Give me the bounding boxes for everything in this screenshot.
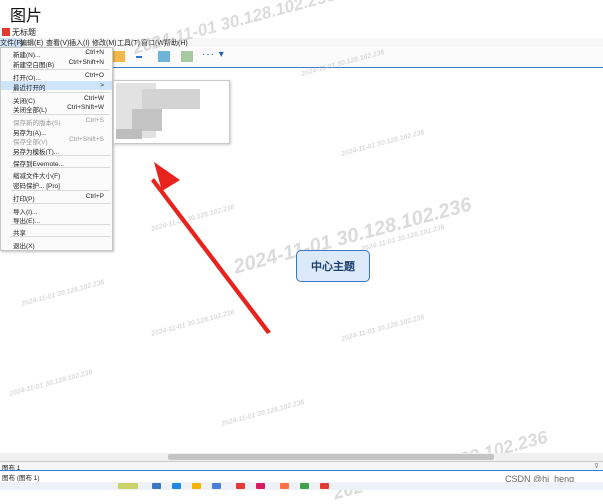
scrollbar-thumb[interactable] — [168, 454, 494, 460]
menu-item-shortcut: Ctrl+Shift+W — [67, 104, 104, 111]
menu-separator — [11, 114, 110, 115]
watermark: 2024-11-01 30.128.102.236 — [20, 279, 106, 308]
menu-separator — [11, 92, 110, 93]
folder-icon[interactable] — [113, 51, 125, 62]
menu-item-save-new-version[interactable]: 保存新的版本(S) Ctrl+S — [1, 116, 112, 127]
submenu-arrow-icon: > — [100, 82, 104, 89]
blurred-region — [132, 109, 162, 131]
taskbar-app-icon[interactable] — [320, 483, 329, 489]
taskbar-app-icon[interactable] — [118, 483, 138, 489]
taskbar-app-icon[interactable] — [152, 483, 161, 489]
horizontal-scrollbar[interactable] — [0, 453, 603, 461]
blurred-region — [142, 89, 200, 109]
document-title: 无标题 — [12, 28, 36, 37]
menu-item-new-blank[interactable]: 新建空白图(B) Ctrl+Shift+N — [1, 58, 112, 69]
menu-item-open[interactable]: 打开(O)... Ctrl+O — [1, 71, 112, 82]
menu-item-exit[interactable]: 退出(X) — [1, 239, 112, 250]
taskbar-app-icon[interactable] — [300, 483, 309, 489]
menubar: 文件(F) 编辑(E) 查看(V) 插入(I) 修改(M) 工具(T) 窗口(W… — [0, 38, 603, 48]
menu-item-shortcut: Ctrl+Shift+N — [68, 59, 104, 66]
menu-item-close-all[interactable]: 关闭全部(L) Ctrl+Shift+W — [1, 103, 112, 114]
taskbar-app-icon[interactable] — [280, 483, 289, 489]
menu-item-new[interactable]: 新建(N)... Ctrl+N — [1, 48, 112, 59]
menu-item-password[interactable]: 密码保护... [Pro] — [1, 179, 112, 190]
taskbar-app-icon[interactable] — [256, 483, 265, 489]
menu-item-print[interactable]: 打印(P) Ctrl+P — [1, 192, 112, 203]
menu-item-shortcut: Ctrl+P — [85, 193, 104, 200]
arrow-shaft — [151, 178, 271, 334]
app-title-bar: 无标题 — [0, 26, 603, 38]
menu-item-save-as[interactable]: 另存为(A)... — [1, 126, 112, 137]
menu-item-save-evernote[interactable]: 保存到Evernote... — [1, 157, 112, 168]
image-icon[interactable] — [158, 51, 170, 62]
menu-separator — [11, 224, 110, 225]
menu-item-reduce-size[interactable]: 缩减文件大小(F) — [1, 169, 112, 180]
window-title: 图片 — [10, 8, 43, 25]
file-menu-dropdown: 新建(N)... Ctrl+N 新建空白图(B) Ctrl+Shift+N 打开… — [0, 47, 113, 251]
central-topic-node[interactable]: 中心主题 — [296, 250, 370, 282]
taskbar-app-icon[interactable] — [192, 483, 201, 489]
menu-item-shortcut: Ctrl+S — [85, 117, 104, 124]
menu-item-label: 退出(X) — [13, 243, 35, 250]
app-logo-icon — [2, 28, 10, 36]
menu-separator — [11, 69, 110, 70]
menu-item-import[interactable]: 导入(I)... — [1, 205, 112, 216]
menu-item-save-as-template[interactable]: 另存为模板(T)... — [1, 145, 112, 156]
status-text: 图布 (图布 1) — [2, 475, 40, 482]
menu-separator — [11, 167, 110, 168]
recent-files-submenu — [113, 80, 230, 144]
menu-item-shortcut: Ctrl+O — [85, 72, 104, 79]
menu-item-save-all[interactable]: 保存全部(V) Ctrl+Shift+S — [1, 135, 112, 146]
menu-separator — [11, 236, 110, 237]
taskbar-app-icon[interactable] — [172, 483, 181, 489]
menu-item-shortcut: Ctrl+N — [85, 49, 104, 56]
menu-item-close[interactable]: 关闭(C) Ctrl+W — [1, 94, 112, 105]
os-taskbar — [0, 482, 603, 490]
more-options-icon[interactable]: ··· ▾ — [202, 49, 225, 60]
menu-item-label: 最近打开的 — [13, 85, 46, 92]
menu-separator — [11, 203, 110, 204]
menu-item-share[interactable]: 共享 — [1, 226, 112, 237]
menu-separator — [11, 190, 110, 191]
menu-item-shortcut: Ctrl+W — [83, 95, 104, 102]
note-icon[interactable] — [181, 51, 193, 62]
menu-item-label: 密码保护... [Pro] — [13, 183, 60, 190]
menu-item-recent[interactable]: 最近打开的 > — [1, 81, 112, 92]
menu-item-export[interactable]: 导出(E)... — [1, 214, 112, 225]
menu-item-label: 新建空白图(B) — [13, 62, 55, 69]
menu-item-label: 关闭全部(L) — [13, 107, 47, 114]
blurred-region — [116, 129, 142, 139]
menu-separator — [11, 155, 110, 156]
taskbar-app-icon[interactable] — [212, 483, 221, 489]
menu-item-shortcut: Ctrl+Shift+S — [68, 136, 104, 143]
watermark: 2024-11-01 30.128.102.236 — [340, 314, 426, 343]
taskbar-app-icon[interactable] — [236, 483, 245, 489]
filter-icon[interactable]: ⊽ — [594, 462, 599, 470]
menu-item-label: 打印(P) — [13, 196, 35, 203]
red-arrow-annotation — [151, 162, 271, 334]
watermark: 2024-11-01 30.128.102.236 — [8, 369, 94, 398]
watermark: 2024-11-01 30.128.102.236 — [340, 129, 426, 158]
watermark: 2024-11-01 30.128.102.236 — [220, 399, 306, 428]
